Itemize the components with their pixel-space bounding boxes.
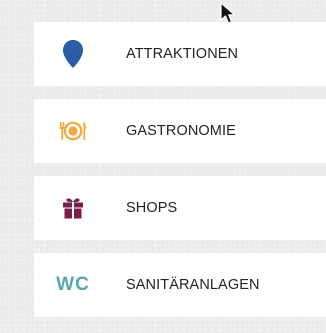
menu-item-sanitaeranlagen[interactable]: WC SANITÄRANLAGEN [34,253,326,317]
menu-item-label: ATTRAKTIONEN [126,46,239,62]
wc-icon-text: WC [56,274,90,295]
gift-icon [50,176,96,240]
plate-cutlery-icon [50,99,96,163]
map-pin-icon [50,22,96,86]
wc-icon: WC [50,253,96,317]
menu-item-shops[interactable]: SHOPS [34,176,326,240]
menu-item-label: SANITÄRANLAGEN [126,277,260,293]
menu-item-gastronomie[interactable]: GASTRONOMIE [34,99,326,163]
category-menu: ATTRAKTIONEN GASTRONOMIE SHOPS WC SANITÄ… [34,22,326,317]
menu-item-label: SHOPS [126,200,178,216]
mouse-cursor-icon [220,2,236,24]
menu-item-attraktionen[interactable]: ATTRAKTIONEN [34,22,326,86]
menu-item-label: GASTRONOMIE [126,123,236,139]
